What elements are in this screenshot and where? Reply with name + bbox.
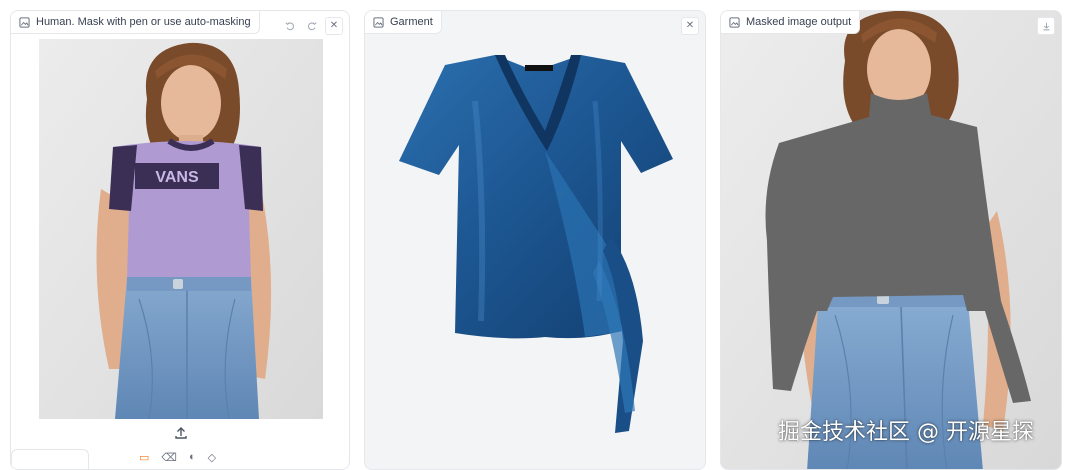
image-icon	[19, 16, 30, 28]
garment-image-panel[interactable]: Garment ✕	[364, 10, 706, 470]
human-image-editor[interactable]: Human. Mask with pen or use auto-masking…	[10, 10, 350, 470]
garment-tag	[525, 65, 553, 71]
source-tab[interactable]	[11, 449, 89, 469]
output-panel-title: Masked image output	[746, 16, 852, 28]
image-icon	[373, 16, 384, 28]
garment-panel-label: Garment	[365, 11, 442, 34]
close-icon: ✕	[685, 20, 695, 31]
clear-garment-button[interactable]: ✕	[681, 17, 699, 35]
garment-photo[interactable]	[385, 41, 685, 441]
clear-button[interactable]: ✕	[325, 17, 343, 35]
output-panel-label: Masked image output	[721, 11, 861, 34]
garment-panel-title: Garment	[390, 16, 433, 28]
upload-button[interactable]	[173, 425, 189, 441]
redo-icon	[308, 22, 317, 31]
tshirt-logo-text: VANS	[155, 169, 199, 186]
close-icon: ✕	[329, 20, 339, 31]
redo-button[interactable]	[303, 17, 321, 35]
human-panel-label: Human. Mask with pen or use auto-masking	[11, 11, 260, 34]
human-panel-title: Human. Mask with pen or use auto-masking	[36, 16, 251, 28]
masked-photo	[721, 11, 1061, 469]
download-icon	[1043, 22, 1049, 30]
upload-icon	[175, 427, 187, 439]
undo-icon	[285, 22, 294, 31]
download-button[interactable]	[1037, 17, 1055, 35]
watermark-text: 掘金技术社区 @ 开源星探	[778, 420, 1034, 445]
undo-button[interactable]	[281, 17, 299, 35]
masked-output-panel[interactable]: Masked image output	[720, 10, 1062, 470]
human-photo[interactable]: VANS	[39, 39, 323, 419]
image-icon	[729, 16, 740, 28]
